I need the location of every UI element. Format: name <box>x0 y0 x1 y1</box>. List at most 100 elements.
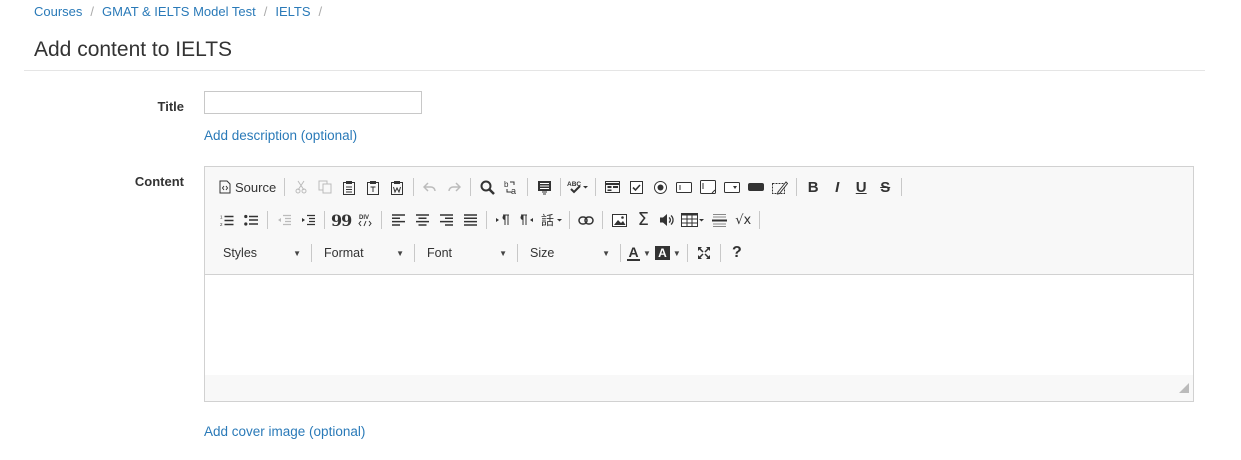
svg-text:1: 1 <box>220 214 223 219</box>
radio-button[interactable] <box>648 175 672 199</box>
text-color-glyph: A <box>628 243 639 260</box>
select-all-button[interactable] <box>532 175 556 199</box>
button-button[interactable] <box>744 175 768 199</box>
align-right-button[interactable] <box>434 208 458 232</box>
select-button[interactable] <box>720 175 744 199</box>
rtl-icon <box>520 214 534 226</box>
form-icon <box>604 181 620 193</box>
copy-icon <box>318 180 332 194</box>
size-dropdown[interactable]: Size ▼ <box>522 241 616 265</box>
format-dropdown[interactable]: Format ▼ <box>316 241 410 265</box>
svg-text:2: 2 <box>220 222 223 227</box>
image-button[interactable] <box>607 208 631 232</box>
chevron-down-icon: ▼ <box>499 248 507 258</box>
toolbar-separator <box>595 178 597 196</box>
resize-icon[interactable] <box>1179 380 1189 398</box>
horizontal-rule-button[interactable] <box>707 208 731 232</box>
indent-button[interactable] <box>296 208 320 232</box>
bg-color-icon: A <box>654 246 670 260</box>
audio-button[interactable] <box>655 208 679 232</box>
textfield-button[interactable] <box>672 175 696 199</box>
toolbar-row-1: Source b a ABC B I U S <box>215 174 906 200</box>
styles-dropdown[interactable]: Styles ▼ <box>215 241 307 265</box>
underline-button[interactable]: U <box>849 175 873 199</box>
language-icon: 話 <box>541 213 563 227</box>
font-dropdown[interactable]: Font ▼ <box>419 241 513 265</box>
text-color-button[interactable]: A ▼ <box>625 241 653 265</box>
checkbox-icon <box>629 180 643 194</box>
toolbar-separator <box>284 178 286 196</box>
table-button[interactable] <box>679 208 707 232</box>
maximize-button[interactable] <box>692 241 716 265</box>
toolbar-separator <box>517 244 518 262</box>
ltr-icon <box>496 214 510 226</box>
bg-color-button[interactable]: A ▼ <box>653 241 683 265</box>
undo-button[interactable] <box>418 175 442 199</box>
align-left-button[interactable] <box>386 208 410 232</box>
italic-icon: I <box>835 178 840 196</box>
toolbar-separator <box>686 244 688 262</box>
toolbar-separator <box>901 178 903 196</box>
bulleted-list-button[interactable] <box>239 208 263 232</box>
textarea-icon <box>700 180 717 194</box>
paste-text-button[interactable] <box>361 175 385 199</box>
div-button[interactable]: DIV <box>353 208 377 232</box>
editor-content-area[interactable] <box>205 275 1193 375</box>
help-button[interactable]: ? <box>725 241 749 265</box>
add-description-link[interactable]: Add description (optional) <box>204 128 357 143</box>
numbered-list-button[interactable]: 12 <box>215 208 239 232</box>
maximize-icon <box>697 246 711 260</box>
justify-button[interactable] <box>458 208 482 232</box>
spellcheck-button[interactable]: ABC <box>565 175 591 199</box>
table-icon <box>681 213 705 227</box>
italic-button[interactable]: I <box>825 175 849 199</box>
editor-status-bar <box>205 375 1193 401</box>
checkbox-button[interactable] <box>624 175 648 199</box>
breadcrumb-separator: / <box>318 4 323 19</box>
link-button[interactable] <box>574 208 598 232</box>
equation-button[interactable]: Σ <box>631 208 655 232</box>
paste-text-icon <box>366 180 380 195</box>
hidden-field-button[interactable] <box>768 175 792 199</box>
toolbar-separator <box>381 211 383 229</box>
toolbar-separator <box>602 211 604 229</box>
svg-text:DIV: DIV <box>359 215 369 221</box>
title-input[interactable] <box>204 91 422 114</box>
breadcrumb-separator: / <box>263 4 268 19</box>
page-title: Add content to IELTS <box>34 38 233 61</box>
align-center-icon <box>415 214 429 226</box>
bulleted-list-icon <box>244 214 258 227</box>
hidden-field-icon <box>772 180 789 195</box>
toolbar-separator <box>311 244 312 262</box>
textarea-button[interactable] <box>696 175 720 199</box>
replace-button[interactable]: ba <box>499 175 523 199</box>
strike-button[interactable]: S <box>873 175 897 199</box>
paste-icon <box>342 180 356 195</box>
rtl-button[interactable] <box>515 208 539 232</box>
blockquote-button[interactable]: 99 <box>329 208 353 232</box>
breadcrumb-courses[interactable]: Courses <box>34 4 82 19</box>
breadcrumb-course[interactable]: GMAT & IELTS Model Test <box>102 4 256 19</box>
align-center-button[interactable] <box>410 208 434 232</box>
button-icon <box>748 183 765 191</box>
find-button[interactable] <box>475 175 499 199</box>
ltr-button[interactable] <box>491 208 515 232</box>
breadcrumb-section[interactable]: IELTS <box>275 4 310 19</box>
redo-button[interactable] <box>442 175 466 199</box>
justify-icon <box>463 214 477 226</box>
sqrt-button[interactable]: √x <box>731 208 755 232</box>
outdent-button[interactable] <box>272 208 296 232</box>
styles-label: Styles <box>223 246 258 260</box>
breadcrumb: Courses / GMAT & IELTS Model Test / IELT… <box>34 4 330 19</box>
paste-button[interactable] <box>337 175 361 199</box>
bold-button[interactable]: B <box>801 175 825 199</box>
form-button[interactable] <box>600 175 624 199</box>
cut-button[interactable] <box>289 175 313 199</box>
title-divider <box>24 70 1205 71</box>
paste-word-button[interactable] <box>385 175 409 199</box>
title-label: Title <box>157 99 185 114</box>
source-button[interactable]: Source <box>215 175 280 199</box>
copy-button[interactable] <box>313 175 337 199</box>
add-cover-image-link[interactable]: Add cover image (optional) <box>204 424 365 439</box>
language-button[interactable]: 話 <box>539 208 565 232</box>
